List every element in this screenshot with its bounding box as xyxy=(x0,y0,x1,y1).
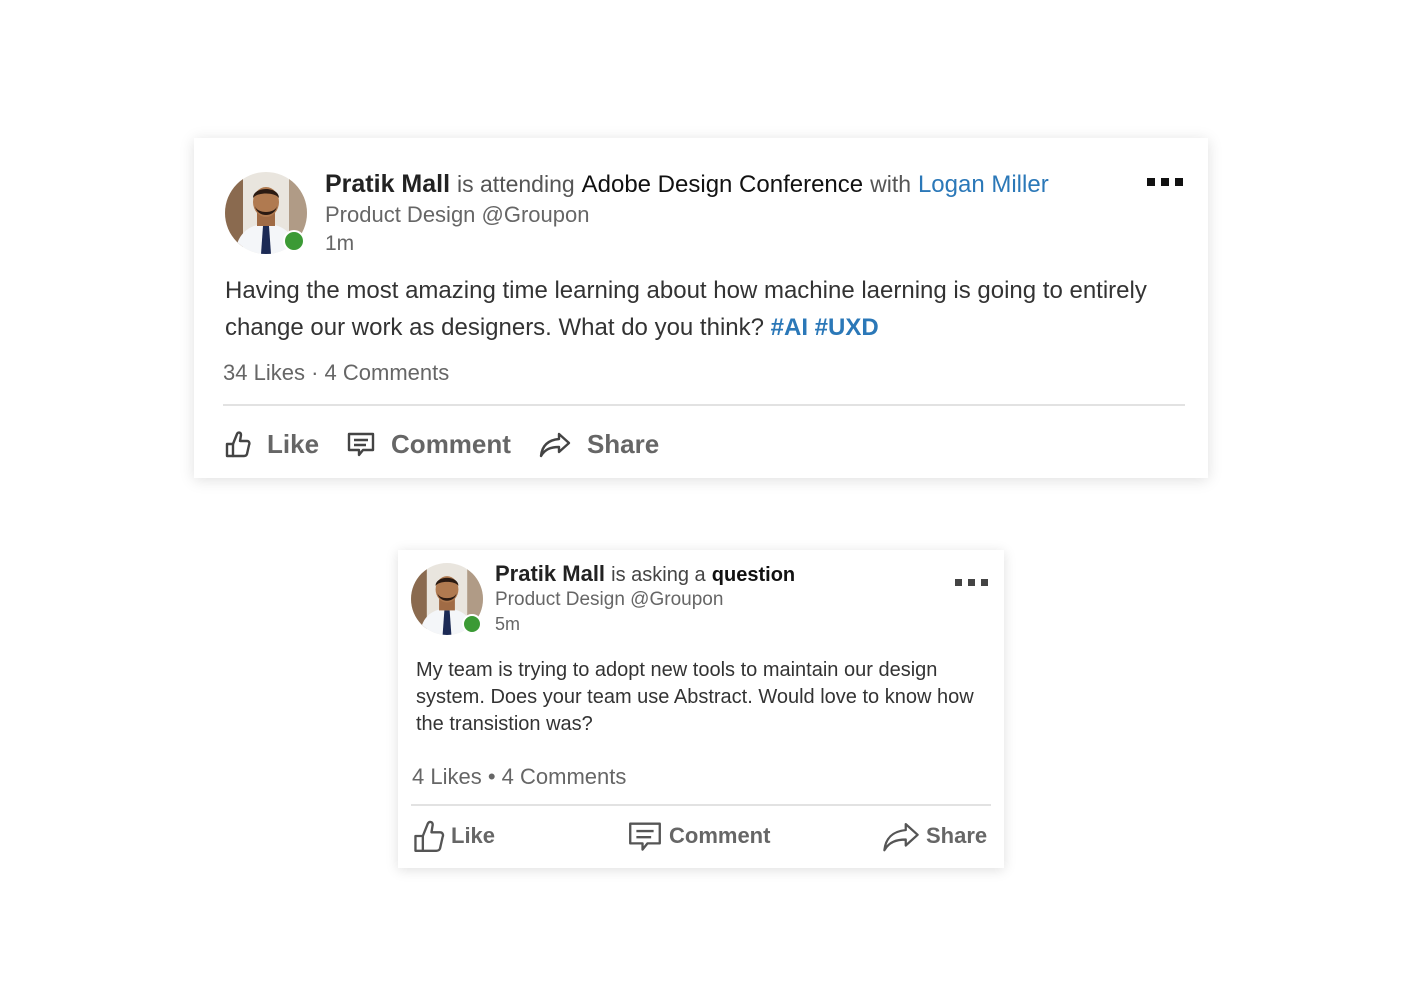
comment-label: Comment xyxy=(391,428,511,459)
comment-icon xyxy=(627,820,663,852)
hashtag-link[interactable]: #UXD xyxy=(815,314,879,341)
share-button[interactable]: Share xyxy=(882,816,987,856)
online-status-indicator xyxy=(283,230,305,252)
like-label: Like xyxy=(267,428,320,459)
activity-verb: is asking a xyxy=(611,564,706,586)
share-label: Share xyxy=(586,428,660,459)
hashtag-link[interactable]: #AI xyxy=(771,314,808,341)
comments-count[interactable]: 4 Comments xyxy=(502,764,627,789)
more-horizontal-icon xyxy=(1147,178,1187,186)
author-name[interactable]: Pratik Mall xyxy=(495,561,605,586)
like-button[interactable]: Like xyxy=(413,816,495,856)
post-body: My team is trying to adopt new tools to … xyxy=(416,659,974,735)
share-button[interactable]: Share xyxy=(539,429,659,460)
post-topic: question xyxy=(711,564,796,586)
author-subtitle: Product Design @Groupon xyxy=(325,202,590,227)
share-icon xyxy=(539,430,571,458)
share-icon xyxy=(882,819,920,853)
stats-separator: • xyxy=(487,764,496,789)
post-timestamp: 1m xyxy=(325,232,355,255)
post-headline: Pratik Mall is asking a question xyxy=(495,560,795,589)
author-name[interactable]: Pratik Mall xyxy=(325,170,450,198)
post-body: Having the most amazing time learning ab… xyxy=(225,272,1165,346)
author-subtitle: Product Design @Groupon xyxy=(495,589,724,610)
activity-verb: is attending xyxy=(457,171,575,197)
stats-separator: · xyxy=(311,360,319,385)
thumbs-up-icon xyxy=(413,818,445,854)
comments-count[interactable]: 4 Comments xyxy=(325,360,450,385)
post-timestamp: 5m xyxy=(495,614,521,634)
likes-count[interactable]: 4 Likes xyxy=(412,764,482,789)
thumbs-up-icon xyxy=(225,430,251,458)
post-body-text: Having the most amazing time learning ab… xyxy=(225,277,1147,341)
engagement-stats: 4 Likes • 4 Comments xyxy=(412,764,626,790)
with-word: with xyxy=(870,171,911,197)
post-card-attending: Pratik Mall is attending Adobe Design Co… xyxy=(194,138,1208,478)
online-status-indicator xyxy=(462,614,482,634)
comment-icon xyxy=(347,431,375,457)
comment-button[interactable]: Comment xyxy=(347,429,511,460)
post-card-question: Pratik Mall is asking a question Product… xyxy=(398,550,1004,868)
like-label: Like xyxy=(451,823,496,848)
post-action-bar: Like Comment Share xyxy=(225,424,687,464)
divider xyxy=(411,804,991,806)
event-name[interactable]: Adobe Design Conference xyxy=(582,171,864,198)
more-horizontal-icon xyxy=(955,579,989,586)
divider xyxy=(223,404,1185,406)
comment-label: Comment xyxy=(669,823,771,848)
comment-button[interactable]: Comment xyxy=(627,816,770,856)
like-button[interactable]: Like xyxy=(225,429,319,460)
mentioned-user[interactable]: Logan Miller xyxy=(918,171,1049,198)
share-label: Share xyxy=(926,823,988,848)
post-headline: Pratik Mall is attending Adobe Design Co… xyxy=(325,168,1049,201)
more-options-button[interactable] xyxy=(955,579,989,587)
more-options-button[interactable] xyxy=(1147,178,1187,188)
engagement-stats: 34 Likes · 4 Comments xyxy=(223,360,449,386)
likes-count[interactable]: 34 Likes xyxy=(223,360,305,385)
